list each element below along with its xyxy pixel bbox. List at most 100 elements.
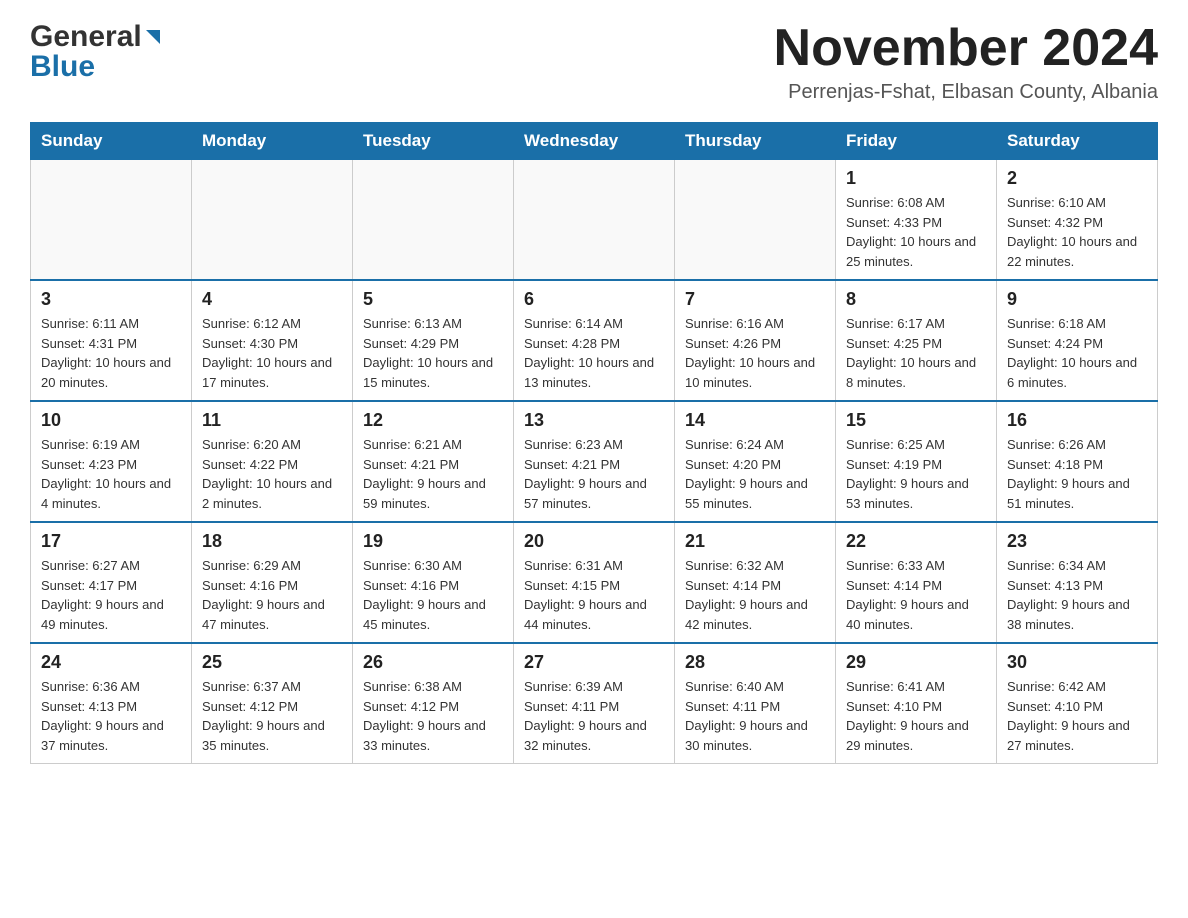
day-info: Sunrise: 6:12 AMSunset: 4:30 PMDaylight:… xyxy=(202,314,342,392)
calendar-day-cell: 6Sunrise: 6:14 AMSunset: 4:28 PMDaylight… xyxy=(514,280,675,401)
day-info: Sunrise: 6:39 AMSunset: 4:11 PMDaylight:… xyxy=(524,677,664,755)
calendar-week-row: 17Sunrise: 6:27 AMSunset: 4:17 PMDayligh… xyxy=(31,522,1158,643)
day-info: Sunrise: 6:13 AMSunset: 4:29 PMDaylight:… xyxy=(363,314,503,392)
day-info: Sunrise: 6:19 AMSunset: 4:23 PMDaylight:… xyxy=(41,435,181,513)
day-info: Sunrise: 6:14 AMSunset: 4:28 PMDaylight:… xyxy=(524,314,664,392)
day-info: Sunrise: 6:21 AMSunset: 4:21 PMDaylight:… xyxy=(363,435,503,513)
day-number: 1 xyxy=(846,168,986,189)
day-info: Sunrise: 6:18 AMSunset: 4:24 PMDaylight:… xyxy=(1007,314,1147,392)
calendar-header-friday: Friday xyxy=(836,123,997,160)
calendar-week-row: 3 Sunrise: 6:11 AMSunset: 4:31 PMDaylight… xyxy=(31,280,1158,401)
calendar-day-cell: 7 Sunrise: 6:16 AMSunset: 4:26 PMDaylight… xyxy=(675,280,836,401)
day-info: Sunrise: 6:38 AMSunset: 4:12 PMDaylight:… xyxy=(363,677,503,755)
day-number: 16 xyxy=(1007,410,1147,431)
day-number: 18 xyxy=(202,531,342,552)
calendar-header-thursday: Thursday xyxy=(675,123,836,160)
day-number: 17 xyxy=(41,531,181,552)
calendar-day-cell: 16 Sunrise: 6:26 AMSunset: 4:18 PMDayligh… xyxy=(997,401,1158,522)
day-number: 8 xyxy=(846,289,986,310)
calendar-day-cell: 30 Sunrise: 6:42 AMSunset: 4:10 PMDayligh… xyxy=(997,643,1158,764)
calendar-day-cell: 23 Sunrise: 6:34 AMSunset: 4:13 PMDayligh… xyxy=(997,522,1158,643)
logo-blue-text: Blue xyxy=(30,50,95,84)
calendar-day-cell: 17Sunrise: 6:27 AMSunset: 4:17 PMDayligh… xyxy=(31,522,192,643)
calendar-day-cell: 14 Sunrise: 6:24 AMSunset: 4:20 PMDayligh… xyxy=(675,401,836,522)
calendar-day-cell: 18 Sunrise: 6:29 AMSunset: 4:16 PMDayligh… xyxy=(192,522,353,643)
day-number: 9 xyxy=(1007,289,1147,310)
day-number: 3 xyxy=(41,289,181,310)
day-info: Sunrise: 6:25 AMSunset: 4:19 PMDaylight:… xyxy=(846,435,986,513)
calendar-day-cell: 3 Sunrise: 6:11 AMSunset: 4:31 PMDaylight… xyxy=(31,280,192,401)
calendar-day-cell: 29Sunrise: 6:41 AMSunset: 4:10 PMDayligh… xyxy=(836,643,997,764)
day-info: Sunrise: 6:10 AMSunset: 4:32 PMDaylight:… xyxy=(1007,193,1147,271)
calendar-day-cell: 20Sunrise: 6:31 AMSunset: 4:15 PMDayligh… xyxy=(514,522,675,643)
day-info: Sunrise: 6:36 AMSunset: 4:13 PMDaylight:… xyxy=(41,677,181,755)
day-info: Sunrise: 6:40 AMSunset: 4:11 PMDaylight:… xyxy=(685,677,825,755)
calendar-week-row: 24 Sunrise: 6:36 AMSunset: 4:13 PMDayligh… xyxy=(31,643,1158,764)
day-info: Sunrise: 6:24 AMSunset: 4:20 PMDaylight:… xyxy=(685,435,825,513)
logo-arrow-icon xyxy=(142,26,164,53)
calendar-day-cell: 24 Sunrise: 6:36 AMSunset: 4:13 PMDayligh… xyxy=(31,643,192,764)
location-title: Perrenjas-Fshat, Elbasan County, Albania xyxy=(774,81,1158,104)
day-number: 26 xyxy=(363,652,503,673)
calendar-day-cell: 26 Sunrise: 6:38 AMSunset: 4:12 PMDayligh… xyxy=(353,643,514,764)
logo: General Blue xyxy=(30,20,164,84)
day-info: Sunrise: 6:30 AMSunset: 4:16 PMDaylight:… xyxy=(363,556,503,634)
day-number: 27 xyxy=(524,652,664,673)
calendar-day-cell: 27 Sunrise: 6:39 AMSunset: 4:11 PMDayligh… xyxy=(514,643,675,764)
calendar-week-row: 1 Sunrise: 6:08 AMSunset: 4:33 PMDaylight… xyxy=(31,160,1158,281)
day-number: 21 xyxy=(685,531,825,552)
day-number: 23 xyxy=(1007,531,1147,552)
calendar-day-cell: 4 Sunrise: 6:12 AMSunset: 4:30 PMDaylight… xyxy=(192,280,353,401)
logo-general-text: General xyxy=(30,20,142,54)
calendar-day-cell xyxy=(31,160,192,281)
calendar-day-cell: 2 Sunrise: 6:10 AMSunset: 4:32 PMDaylight… xyxy=(997,160,1158,281)
day-info: Sunrise: 6:42 AMSunset: 4:10 PMDaylight:… xyxy=(1007,677,1147,755)
calendar-day-cell: 22 Sunrise: 6:33 AMSunset: 4:14 PMDayligh… xyxy=(836,522,997,643)
day-number: 22 xyxy=(846,531,986,552)
day-info: Sunrise: 6:26 AMSunset: 4:18 PMDaylight:… xyxy=(1007,435,1147,513)
calendar-day-cell: 11Sunrise: 6:20 AMSunset: 4:22 PMDayligh… xyxy=(192,401,353,522)
calendar-day-cell: 25Sunrise: 6:37 AMSunset: 4:12 PMDayligh… xyxy=(192,643,353,764)
calendar-day-cell: 1 Sunrise: 6:08 AMSunset: 4:33 PMDaylight… xyxy=(836,160,997,281)
title-area: November 2024 Perrenjas-Fshat, Elbasan C… xyxy=(774,20,1158,104)
day-number: 15 xyxy=(846,410,986,431)
calendar-day-cell: 5Sunrise: 6:13 AMSunset: 4:29 PMDaylight… xyxy=(353,280,514,401)
calendar-day-cell: 12Sunrise: 6:21 AMSunset: 4:21 PMDayligh… xyxy=(353,401,514,522)
day-info: Sunrise: 6:41 AMSunset: 4:10 PMDaylight:… xyxy=(846,677,986,755)
day-info: Sunrise: 6:37 AMSunset: 4:12 PMDaylight:… xyxy=(202,677,342,755)
calendar-header-sunday: Sunday xyxy=(31,123,192,160)
day-info: Sunrise: 6:23 AMSunset: 4:21 PMDaylight:… xyxy=(524,435,664,513)
calendar-header-row: SundayMondayTuesdayWednesdayThursdayFrid… xyxy=(31,123,1158,160)
day-number: 24 xyxy=(41,652,181,673)
calendar-day-cell xyxy=(192,160,353,281)
day-info: Sunrise: 6:17 AMSunset: 4:25 PMDaylight:… xyxy=(846,314,986,392)
day-number: 11 xyxy=(202,410,342,431)
day-number: 28 xyxy=(685,652,825,673)
day-number: 14 xyxy=(685,410,825,431)
calendar-day-cell: 9 Sunrise: 6:18 AMSunset: 4:24 PMDaylight… xyxy=(997,280,1158,401)
day-info: Sunrise: 6:34 AMSunset: 4:13 PMDaylight:… xyxy=(1007,556,1147,634)
calendar-header-monday: Monday xyxy=(192,123,353,160)
day-number: 13 xyxy=(524,410,664,431)
day-info: Sunrise: 6:33 AMSunset: 4:14 PMDaylight:… xyxy=(846,556,986,634)
day-info: Sunrise: 6:08 AMSunset: 4:33 PMDaylight:… xyxy=(846,193,986,271)
day-number: 2 xyxy=(1007,168,1147,189)
calendar-day-cell xyxy=(514,160,675,281)
calendar-day-cell: 13 Sunrise: 6:23 AMSunset: 4:21 PMDayligh… xyxy=(514,401,675,522)
calendar-header-wednesday: Wednesday xyxy=(514,123,675,160)
day-info: Sunrise: 6:32 AMSunset: 4:14 PMDaylight:… xyxy=(685,556,825,634)
day-number: 10 xyxy=(41,410,181,431)
calendar-day-cell: 21 Sunrise: 6:32 AMSunset: 4:14 PMDayligh… xyxy=(675,522,836,643)
day-info: Sunrise: 6:29 AMSunset: 4:16 PMDaylight:… xyxy=(202,556,342,634)
calendar-day-cell: 10 Sunrise: 6:19 AMSunset: 4:23 PMDayligh… xyxy=(31,401,192,522)
calendar-day-cell: 8 Sunrise: 6:17 AMSunset: 4:25 PMDaylight… xyxy=(836,280,997,401)
day-number: 4 xyxy=(202,289,342,310)
day-info: Sunrise: 6:16 AMSunset: 4:26 PMDaylight:… xyxy=(685,314,825,392)
day-info: Sunrise: 6:31 AMSunset: 4:15 PMDaylight:… xyxy=(524,556,664,634)
day-number: 30 xyxy=(1007,652,1147,673)
day-info: Sunrise: 6:11 AMSunset: 4:31 PMDaylight:… xyxy=(41,314,181,392)
calendar-week-row: 10 Sunrise: 6:19 AMSunset: 4:23 PMDayligh… xyxy=(31,401,1158,522)
day-number: 7 xyxy=(685,289,825,310)
calendar-header-saturday: Saturday xyxy=(997,123,1158,160)
day-number: 19 xyxy=(363,531,503,552)
